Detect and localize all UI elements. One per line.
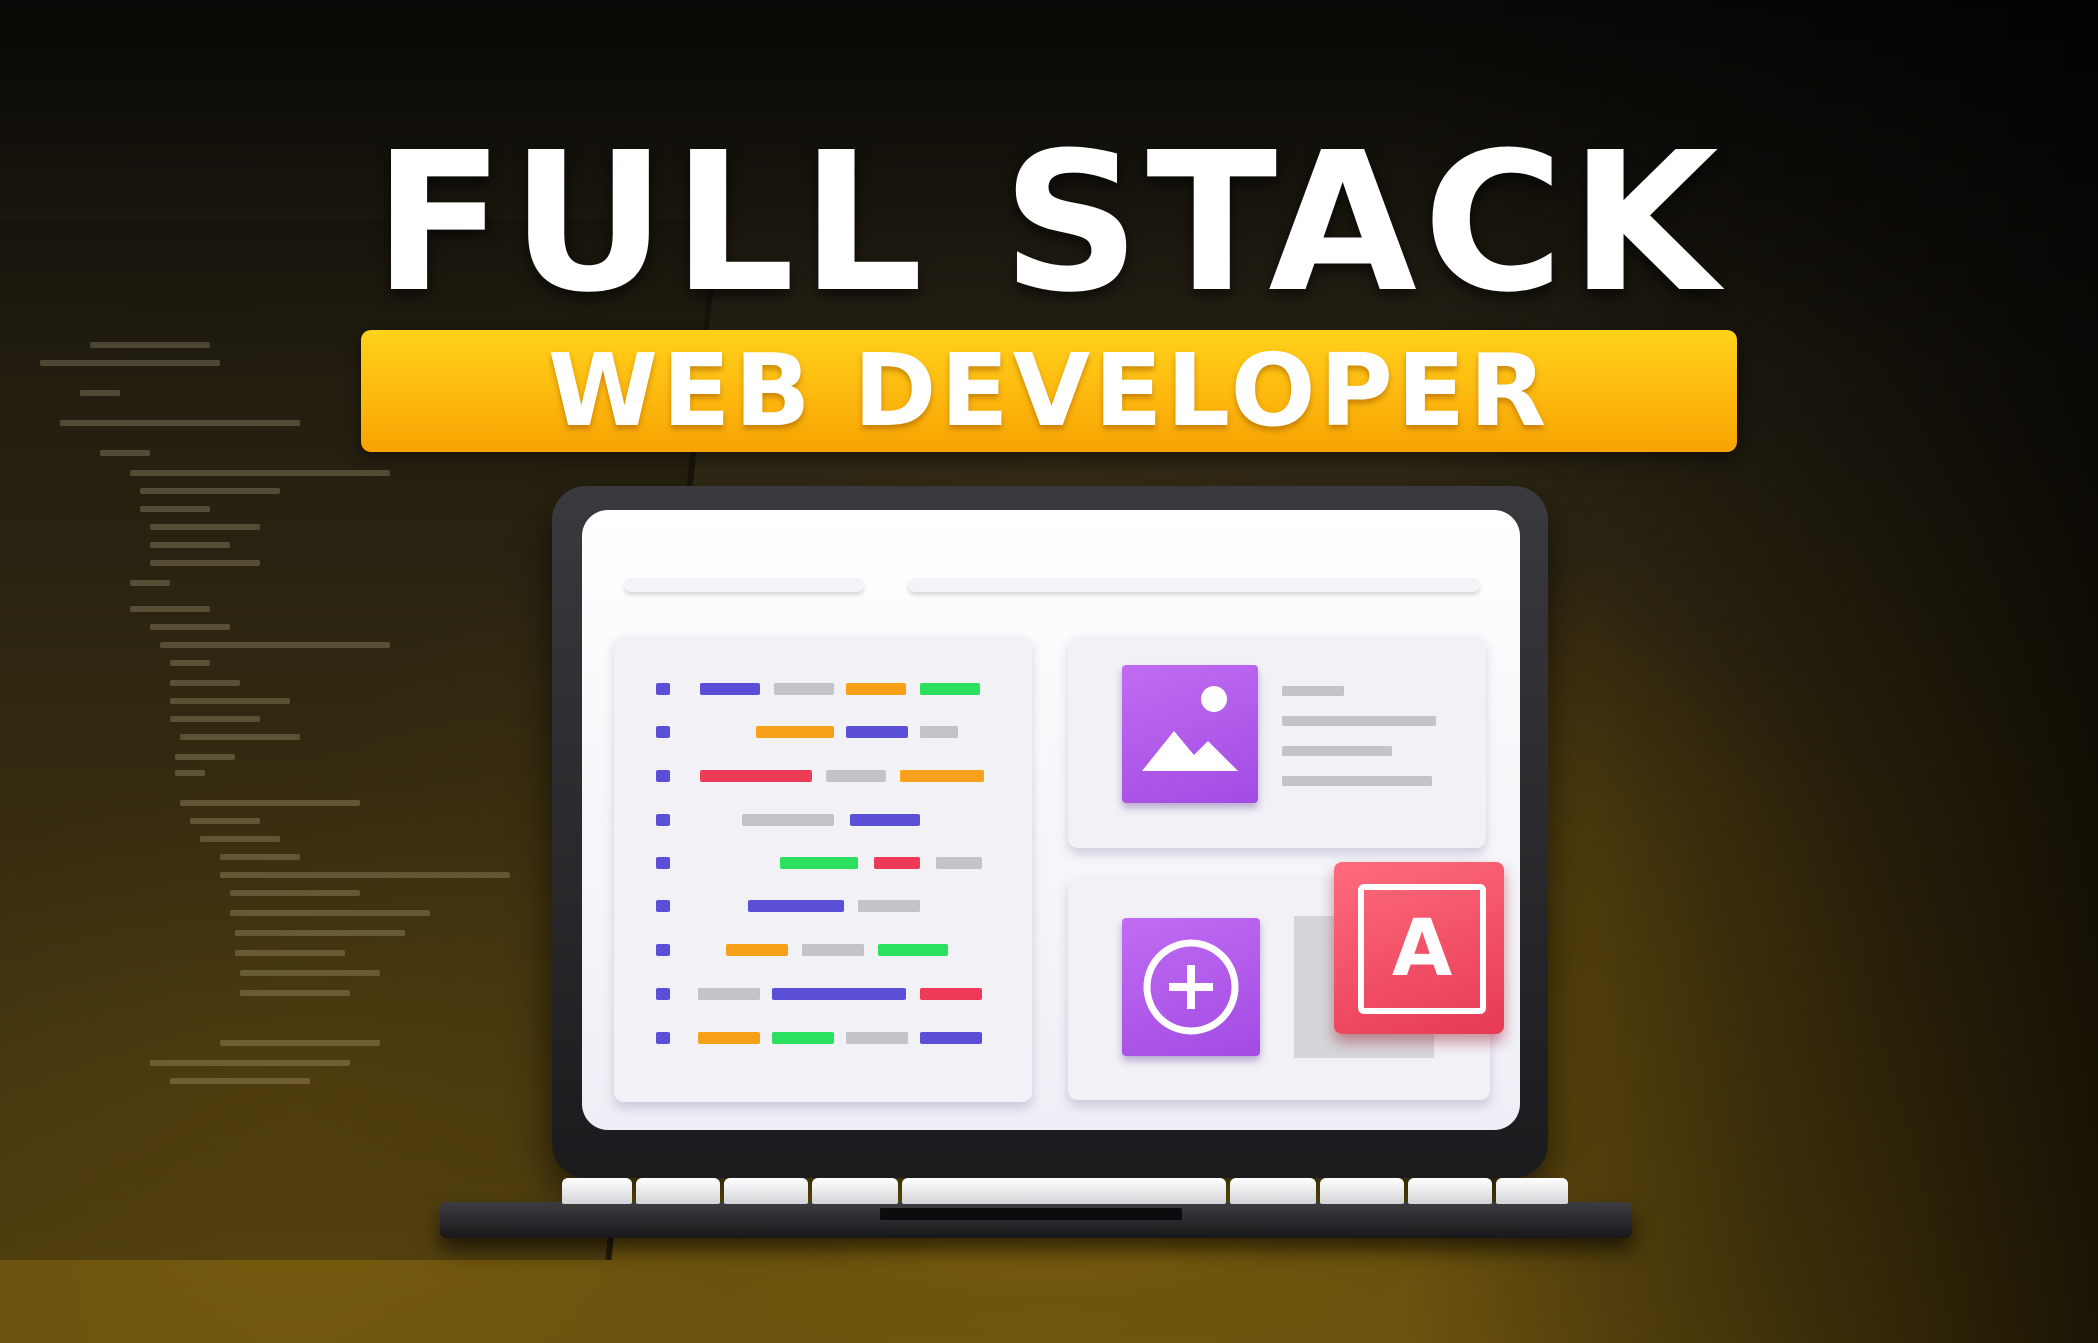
page-title: FULL STACK <box>373 112 1725 335</box>
keyboard-spacebar <box>902 1178 1226 1204</box>
laptop-trackpad <box>880 1208 1182 1220</box>
text-placeholder <box>1282 776 1432 786</box>
subtitle-banner: WEB DEVELOPER <box>361 330 1737 452</box>
letter-a-text: A <box>1391 904 1453 994</box>
keyboard-key <box>1320 1178 1404 1204</box>
laptop-keyboard <box>440 1178 1632 1240</box>
letter-a-icon: A <box>1334 862 1504 1034</box>
keyboard-key <box>724 1178 808 1204</box>
text-placeholder <box>1282 746 1392 756</box>
plus-circle-icon <box>1122 918 1260 1056</box>
keyboard-key <box>812 1178 898 1204</box>
subtitle-text: WEB DEVELOPER <box>547 332 1551 449</box>
keyboard-key <box>636 1178 720 1204</box>
text-placeholder <box>1282 716 1436 726</box>
letter-a-frame: A <box>1358 884 1486 1014</box>
keyboard-key <box>1230 1178 1316 1204</box>
browser-address-bar <box>908 578 1480 592</box>
hero-banner: FULL STACK WEB DEVELOPER A <box>0 0 2098 1343</box>
image-icon <box>1122 665 1258 803</box>
keyboard-key <box>562 1178 632 1204</box>
keyboard-key <box>1408 1178 1492 1204</box>
keyboard-key <box>1496 1178 1568 1204</box>
browser-tab-bar <box>624 578 864 592</box>
text-placeholder <box>1282 686 1344 696</box>
code-editor-panel <box>614 636 1032 1102</box>
